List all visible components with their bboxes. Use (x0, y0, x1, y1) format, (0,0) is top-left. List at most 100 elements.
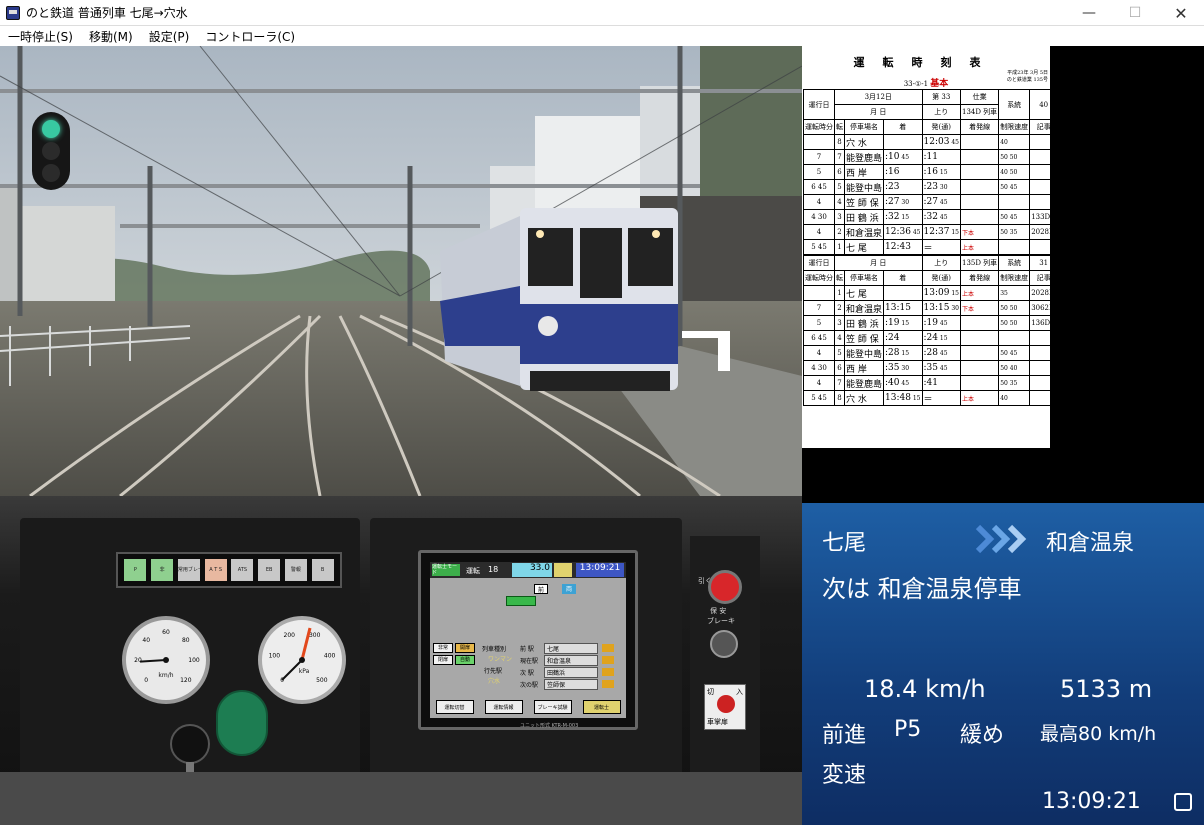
monitor-bottom-button[interactable]: 運転情報 (484, 700, 523, 714)
timetable-stop-no: 7 (834, 149, 845, 165)
key-switch[interactable] (710, 630, 738, 658)
front-view (0, 46, 802, 496)
timetable-note: 136D (1029, 315, 1050, 331)
timetable-header-cell: 着発線 (959, 119, 1000, 135)
timetable-row: 6 45 4 笠 師 保:24:24 15 (803, 330, 1050, 346)
timetable-note: 2028M (1029, 285, 1050, 301)
monitor-side-button[interactable]: 自動 (455, 655, 475, 665)
timetable-arrival: :16 (883, 164, 923, 180)
timetable-departure: :35 45 (921, 360, 961, 376)
brake-valve-handle[interactable] (216, 690, 268, 756)
indicator-lamp: A T S (204, 559, 227, 581)
resize-grip-icon[interactable] (1174, 793, 1192, 811)
brake-pressure-gauge: 0 100 200 300 400 500 kPa (258, 616, 346, 704)
timetable-departure: 12:03 45 (921, 134, 961, 150)
chevron-right-icon (975, 524, 1027, 554)
timetable-speed-limit: 50 45 (998, 179, 1031, 195)
timetable-track (959, 315, 1000, 331)
timetable-station: 西 岸 (843, 164, 885, 180)
timetable-speed-limit: 35 (998, 285, 1031, 301)
menu-pause[interactable]: 一時停止(S) (0, 28, 81, 45)
simulator-window: のと鉄道 普通列車 七尾→穴水 — ☐ ✕ 一時停止(S) 移動(M) 設定(P… (0, 0, 1204, 825)
menu-controller[interactable]: コントローラ(C) (197, 28, 303, 45)
timetable-departure: :41 (921, 375, 961, 391)
monitor-bottom-button[interactable]: 運転士 (582, 700, 621, 714)
timetable-row: 44笠 師 保:27 30:27 45 (803, 194, 1050, 210)
signal-lamp (42, 142, 60, 160)
indicator-lamp: 常用ブレーキ (177, 559, 200, 581)
timetable-stop-no: 8 (834, 390, 845, 406)
timetable-run-time: 5 45 (803, 239, 835, 255)
pressure-tick-label: 300 (309, 632, 321, 639)
speedometer-tick-label: 80 (182, 637, 190, 644)
timetable-row: 6 45 5 能登中島:23:23 30 50 45 (803, 179, 1050, 195)
master-controller-lever[interactable] (170, 724, 210, 764)
timetable-header-cell: 転 (834, 119, 845, 135)
monitor-side-button[interactable]: 閉扉 (433, 655, 453, 665)
timetable-arrival: 13:48 15 (883, 390, 923, 406)
timetable-arrival (883, 134, 923, 150)
monitor-station-status (602, 668, 614, 676)
timetable-header-row: 運転時分転停車場名着発(通) 着発線 制限速度 記事 (803, 270, 1050, 286)
timetable-track (959, 149, 1000, 165)
timetable-departure: :19 45 (921, 315, 961, 331)
timetable-number: 第 33 (921, 89, 961, 105)
timetable-speed-limit (998, 239, 1031, 255)
timetable-run-time: 4 (803, 224, 835, 240)
menu-settings[interactable]: 設定(P) (141, 28, 198, 45)
monitor-bottom-button[interactable]: 運転切替 (435, 700, 474, 714)
brake-readout: 緩め (960, 723, 1005, 748)
monitor-station-value: 七尾 (544, 642, 598, 654)
timetable-run-time: 4 30 (803, 360, 835, 376)
monitor-notch-label: 運転 (466, 567, 480, 575)
emergency-brake-label2: ブレーキ (707, 617, 735, 625)
timetable-station: 穴 水 (843, 390, 885, 406)
conductor-door-knob[interactable] (717, 695, 735, 713)
timetable-station: 能登鹿島 (843, 149, 885, 165)
timetable-kind: 基本 (930, 79, 949, 89)
monitor-side-button[interactable]: 非常 (433, 643, 453, 653)
timetable-speed-limit: 50 50 (998, 315, 1031, 331)
signal-green-lamp (42, 120, 60, 138)
monitor-side-button[interactable]: 開扉 (455, 643, 475, 653)
conductor-door-switch[interactable]: 切 入 車掌扉 (704, 684, 746, 730)
timetable-run-time (803, 285, 835, 301)
speedometer-tick-label: 20 (134, 657, 142, 664)
window-title: のと鉄道 普通列車 七尾→穴水 (26, 6, 188, 20)
timetable-station: 笠 師 保 (843, 194, 885, 210)
timetable-date-row: 運行日 3月12日第 33 仕業 系統 40 (803, 89, 1050, 120)
timetable-car-value: 40 (1029, 89, 1050, 120)
pressure-tick-label: 100 (269, 653, 281, 660)
timetable-direction: 上り (921, 255, 961, 271)
timetable-run-time: 5 (803, 315, 835, 331)
monitor-station-label: 前 駅 (520, 645, 534, 653)
timetable-track: 上本 (959, 239, 1000, 255)
indicator-lamp: 非 (151, 559, 174, 581)
minimize-button[interactable]: — (1066, 0, 1112, 26)
monitor-station-status (602, 656, 614, 664)
timetable-arrival: :27 30 (883, 194, 923, 210)
menu-move[interactable]: 移動(M) (81, 28, 141, 45)
timetable-run-time: 6 45 (803, 330, 835, 346)
timetable-note: 2028M (1029, 224, 1050, 240)
timetable-arrival-seconds: 45 (899, 380, 910, 387)
timetable-speed-limit: 50 50 (998, 300, 1031, 316)
timetable-departure: :11 (921, 149, 961, 165)
timetable-note (1029, 375, 1050, 391)
emergency-brake-button[interactable] (708, 570, 742, 604)
speed-readout: 18.4 km/h (864, 675, 986, 703)
monitor-bottom-button[interactable]: ブレーキ試験 (533, 700, 572, 714)
timetable-corner-date: 平成23年 3月 5日 (1007, 70, 1048, 76)
monitor-mode[interactable]: 運転士モード (432, 564, 460, 576)
speedometer: 0 20 40 60 80 100 120 km/h (122, 616, 210, 704)
maximize-button[interactable]: ☐ (1112, 0, 1158, 26)
timetable-upper-table: 運行日 3月12日第 33 仕業 系統 40 月 日上り 134D 列車 運転時分転停車場名着… (803, 89, 1050, 255)
close-button[interactable]: ✕ (1158, 0, 1204, 26)
timetable-stop-no: 8 (834, 134, 845, 150)
shift-readout: 変速 (822, 763, 867, 788)
timetable-date-row2: 月 日 (834, 104, 923, 120)
pressure-tick-label: 500 (316, 677, 328, 684)
timetable-station: 和倉温泉 (843, 300, 885, 316)
speedometer-face: 020406080100120 (134, 629, 200, 684)
timetable-margin (1050, 46, 1204, 448)
